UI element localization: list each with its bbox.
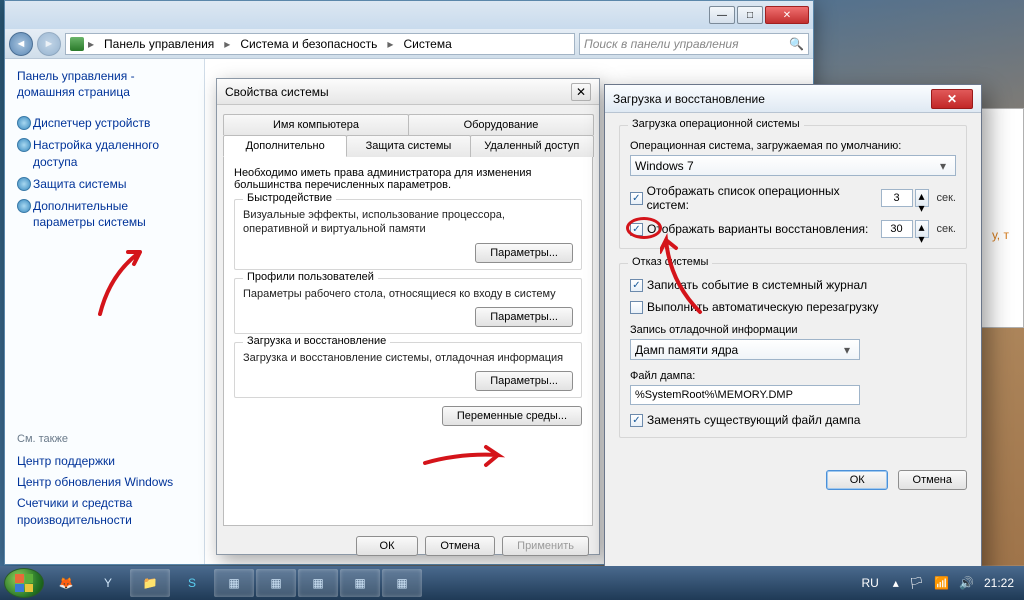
overwrite-label: Заменять существующий файл дампа xyxy=(647,413,860,427)
taskbar-firefox-icon[interactable]: 🦊 xyxy=(46,569,86,597)
link-action-center[interactable]: Центр поддержки xyxy=(17,451,192,472)
close-button[interactable]: ✕ xyxy=(571,83,591,101)
taskbar-app-icon[interactable]: ▦ xyxy=(298,569,338,597)
breadcrumb[interactable]: ▸ Панель управления ▸ Система и безопасн… xyxy=(65,33,575,55)
taskbar: 🦊 Y 📁 S ▦ ▦ ▦ ▦ ▦ RU ▴ 🏳 📶 🔊 21:22 xyxy=(0,566,1024,600)
overwrite-checkbox[interactable]: ✓ xyxy=(630,414,643,427)
close-button[interactable]: ✕ xyxy=(931,89,973,109)
taskbar-app-icon[interactable]: ▦ xyxy=(214,569,254,597)
minimize-button[interactable]: — xyxy=(709,6,735,24)
tray-up-icon[interactable]: ▴ xyxy=(893,576,899,590)
system-tray: RU ▴ 🏳 📶 🔊 21:22 xyxy=(857,574,1020,592)
log-event-checkbox[interactable]: ✓ xyxy=(630,279,643,292)
default-os-label: Операционная система, загружаемая по умо… xyxy=(630,140,956,152)
link-performance[interactable]: Счетчики и средства производительности xyxy=(17,493,192,531)
dialog-title: Свойства системы xyxy=(225,85,329,99)
ok-button[interactable]: ОК xyxy=(356,536,418,556)
system-startup-title: Загрузка операционной системы xyxy=(628,118,804,130)
tab-system-protection[interactable]: Защита системы xyxy=(346,135,470,157)
cancel-button[interactable]: Отмена xyxy=(898,470,967,490)
chevron-down-icon: ▾ xyxy=(839,343,855,357)
tab-advanced[interactable]: Дополнительно xyxy=(223,135,347,157)
performance-desc: Визуальные эффекты, использование процес… xyxy=(243,208,573,237)
dump-file-label: Файл дампа: xyxy=(630,370,956,382)
startup-recovery-dialog: Загрузка и восстановление ✕ Загрузка опе… xyxy=(604,84,982,584)
background-text: у, т xyxy=(992,228,1009,242)
profiles-desc: Параметры рабочего стола, относящиеся ко… xyxy=(243,287,573,301)
nav-back-button[interactable]: ◄ xyxy=(9,32,33,56)
seconds-label: сек. xyxy=(937,223,957,235)
start-button[interactable] xyxy=(4,568,44,598)
debug-info-label: Запись отладочной информации xyxy=(630,324,956,336)
spinner-buttons[interactable]: ▴▾ xyxy=(915,189,929,207)
show-os-list-label: Отображать список операционных систем: xyxy=(647,184,877,212)
language-indicator[interactable]: RU xyxy=(857,574,882,592)
taskbar-explorer-icon[interactable]: 📁 xyxy=(130,569,170,597)
startup-settings-button[interactable]: Параметры... xyxy=(475,371,573,391)
recovery-time-input[interactable] xyxy=(881,220,913,238)
nav-forward-button[interactable]: ► xyxy=(37,32,61,56)
dump-file-input[interactable] xyxy=(630,385,860,405)
sidebar-link-system-protection[interactable]: Защита системы xyxy=(17,173,192,195)
ok-button[interactable]: ОК xyxy=(826,470,888,490)
sidebar: Панель управления - домашняя страница Ди… xyxy=(5,59,205,564)
breadcrumb-seg[interactable]: Система и безопасность xyxy=(234,35,383,53)
system-failure-title: Отказ системы xyxy=(628,256,712,268)
annotation-circle xyxy=(626,217,662,239)
maximize-button[interactable]: □ xyxy=(737,6,763,24)
auto-restart-label: Выполнить автоматическую перезагрузку xyxy=(647,300,879,314)
system-properties-dialog: Свойства системы ✕ Имя компьютера Оборуд… xyxy=(216,78,600,555)
sidebar-link-remote-settings[interactable]: Настройка удаленного доступа xyxy=(17,134,192,172)
taskbar-skype-icon[interactable]: S xyxy=(172,569,212,597)
spinner-buttons[interactable]: ▴▾ xyxy=(915,220,929,238)
search-input[interactable]: Поиск в панели управления 🔍 xyxy=(579,33,809,55)
performance-group-title: Быстродействие xyxy=(243,192,336,204)
env-vars-button[interactable]: Переменные среды... xyxy=(442,406,582,426)
chevron-down-icon: ▾ xyxy=(935,159,951,173)
control-panel-home-link[interactable]: Панель управления - домашняя страница xyxy=(17,69,192,100)
seconds-label: сек. xyxy=(937,192,957,204)
tab-computer-name[interactable]: Имя компьютера xyxy=(223,114,409,135)
link-windows-update[interactable]: Центр обновления Windows xyxy=(17,472,192,493)
startup-desc: Загрузка и восстановление системы, отлад… xyxy=(243,351,573,365)
volume-icon[interactable]: 🔊 xyxy=(959,576,974,590)
tab-hardware[interactable]: Оборудование xyxy=(408,114,594,135)
startup-group-title: Загрузка и восстановление xyxy=(243,335,390,347)
show-recovery-label: Отображать варианты восстановления: xyxy=(647,222,868,236)
log-event-label: Записать событие в системный журнал xyxy=(647,278,867,292)
performance-settings-button[interactable]: Параметры... xyxy=(475,243,573,263)
admin-note: Необходимо иметь права администратора дл… xyxy=(234,167,582,191)
profiles-settings-button[interactable]: Параметры... xyxy=(475,307,573,327)
network-icon[interactable]: 📶 xyxy=(934,576,949,590)
close-button[interactable]: ✕ xyxy=(765,6,809,24)
taskbar-app-icon[interactable]: ▦ xyxy=(256,569,296,597)
debug-type-combo[interactable]: Дамп памяти ядра▾ xyxy=(630,339,860,360)
tab-remote[interactable]: Удаленный доступ xyxy=(470,135,594,157)
see-also-label: См. также xyxy=(17,433,192,445)
taskbar-yandex-icon[interactable]: Y xyxy=(88,569,128,597)
auto-restart-checkbox[interactable] xyxy=(630,301,643,314)
default-os-combo[interactable]: Windows 7▾ xyxy=(630,155,956,176)
clock[interactable]: 21:22 xyxy=(984,576,1014,590)
cancel-button[interactable]: Отмена xyxy=(425,536,494,556)
os-list-time-input[interactable] xyxy=(881,189,913,207)
action-center-icon[interactable]: 🏳 xyxy=(909,576,924,590)
apply-button[interactable]: Применить xyxy=(502,536,589,556)
sidebar-link-device-manager[interactable]: Диспетчер устройств xyxy=(17,112,192,134)
sidebar-link-advanced-system[interactable]: Дополнительные параметры системы xyxy=(17,195,192,233)
taskbar-app-icon[interactable]: ▦ xyxy=(382,569,422,597)
show-os-list-checkbox[interactable]: ✓ xyxy=(630,192,643,205)
breadcrumb-seg[interactable]: Панель управления xyxy=(98,35,220,53)
taskbar-app-icon[interactable]: ▦ xyxy=(340,569,380,597)
breadcrumb-seg[interactable]: Система xyxy=(397,35,457,53)
profiles-group-title: Профили пользователей xyxy=(243,271,378,283)
search-icon: 🔍 xyxy=(789,37,804,51)
dialog-title: Загрузка и восстановление xyxy=(613,92,765,106)
